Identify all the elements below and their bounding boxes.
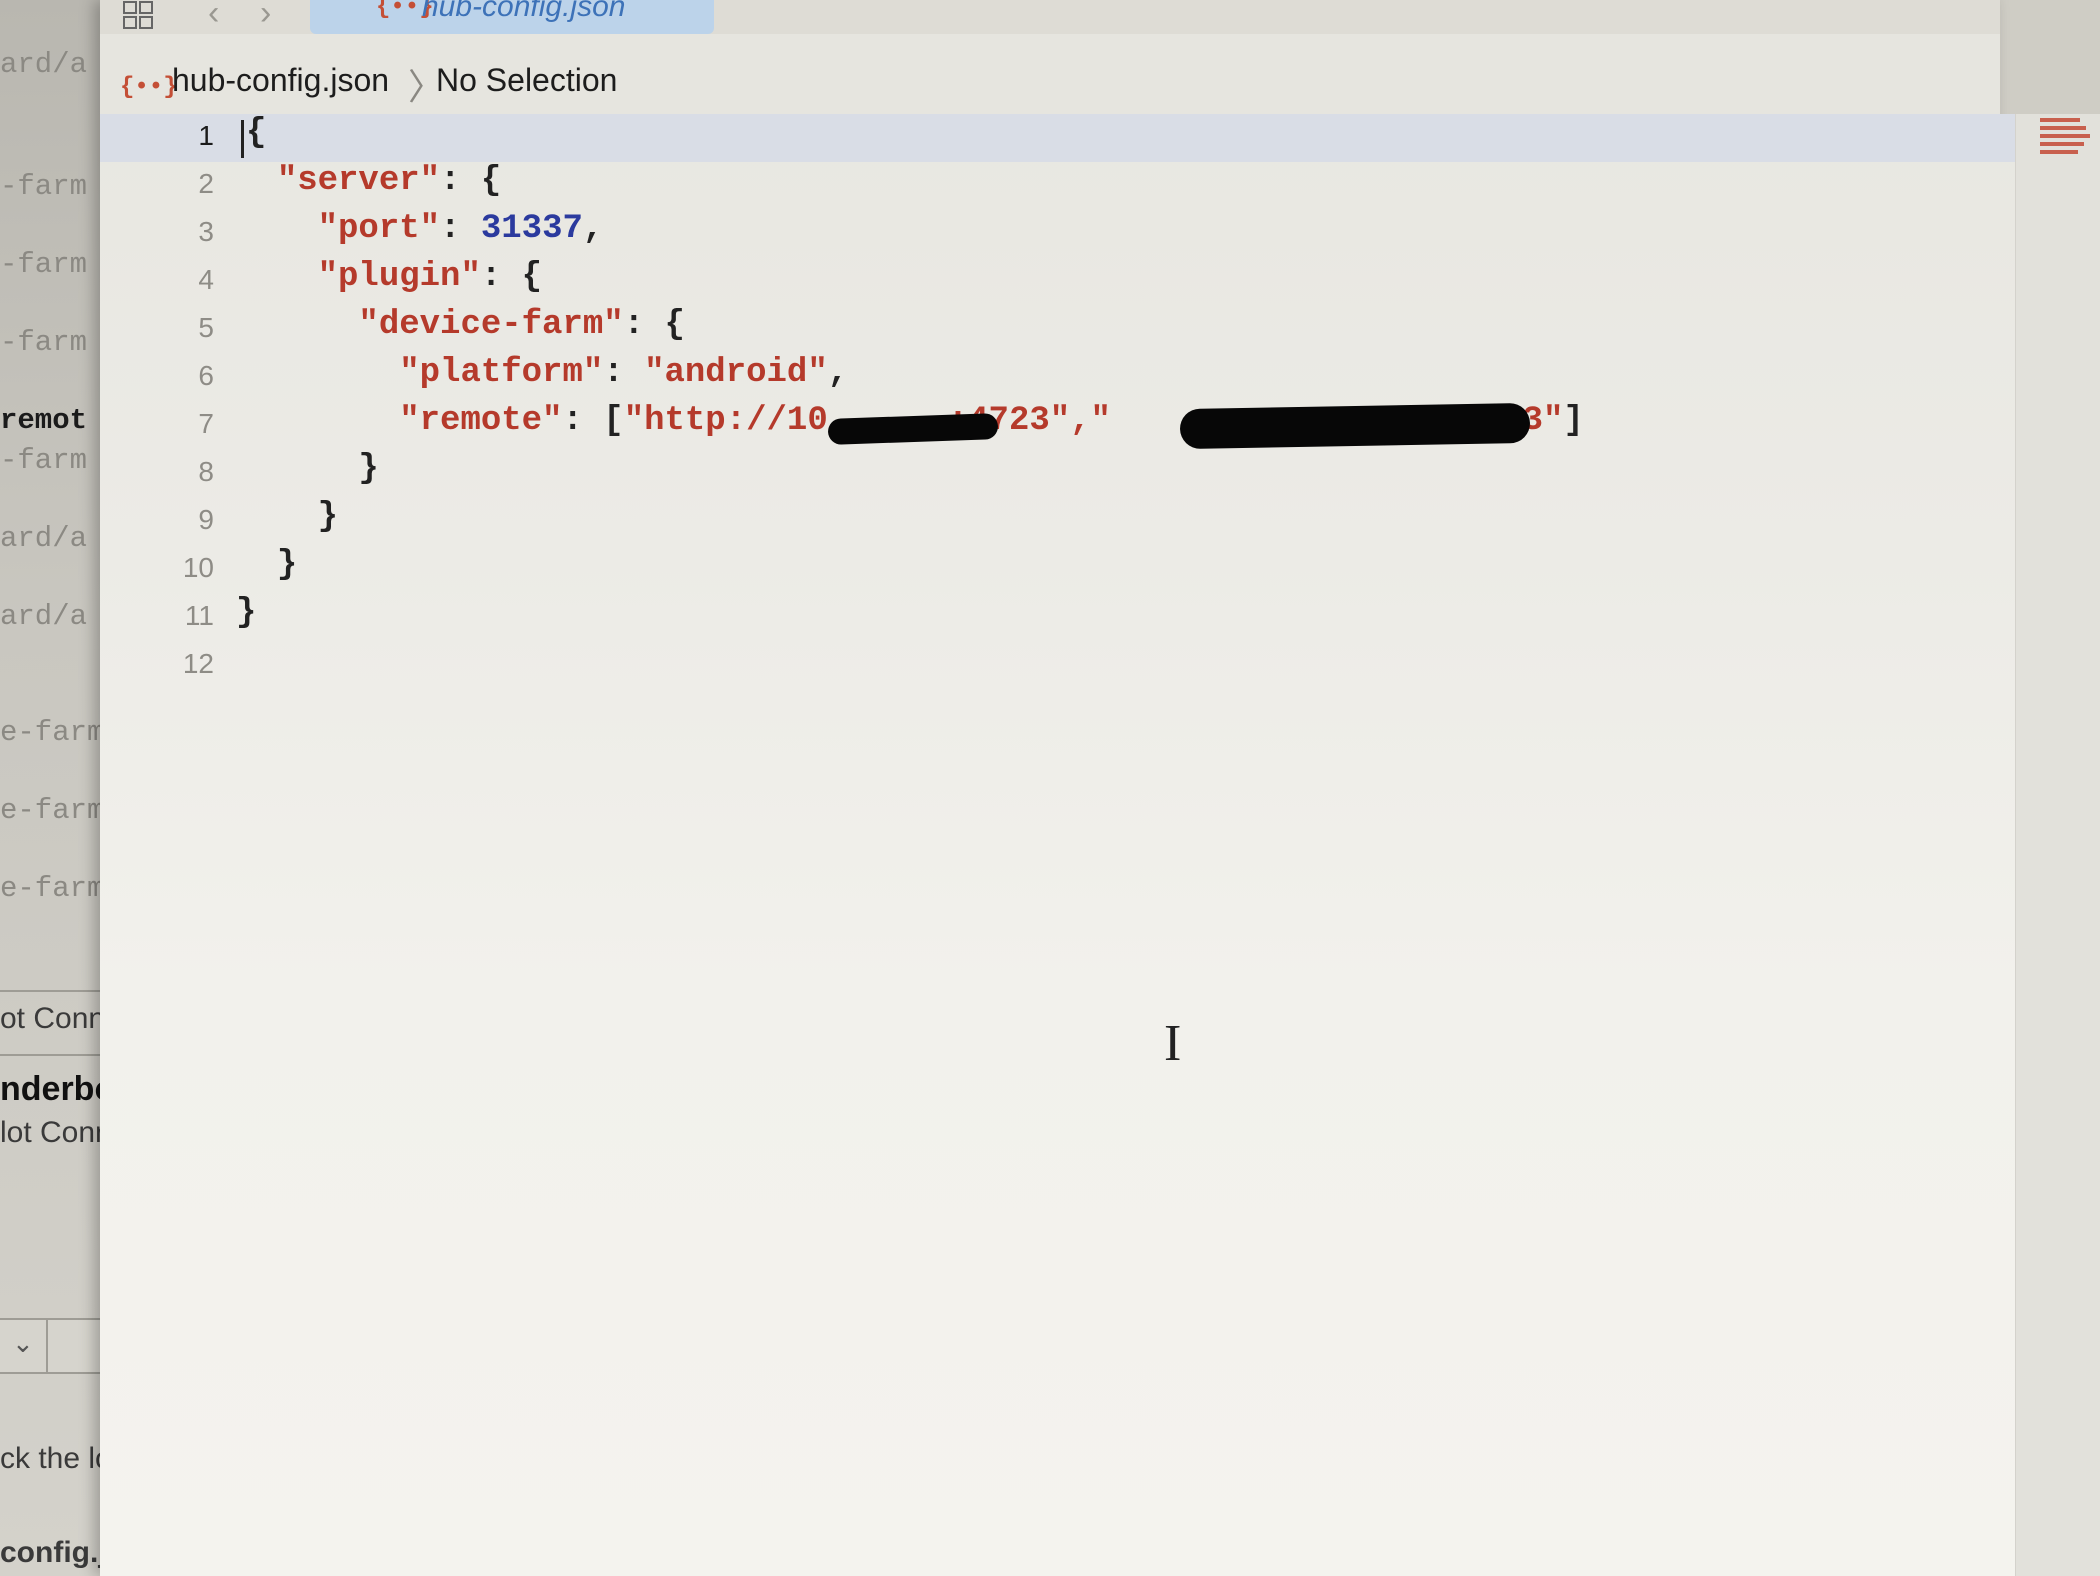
line-number: 6 — [198, 360, 214, 391]
brace: } — [358, 450, 379, 488]
line-number: 9 — [198, 504, 214, 535]
punctuation: ] — [1563, 402, 1584, 440]
terminal-line: -farm — [0, 444, 88, 477]
terminal-line: -farm — [0, 170, 88, 203]
line-number: 4 — [198, 264, 214, 295]
json-file-icon: {••} — [120, 74, 178, 101]
punctuation: : { — [440, 162, 502, 200]
redaction-scribble — [827, 413, 999, 445]
text-caret — [241, 120, 244, 158]
code-line-11: } — [236, 594, 256, 632]
minimap-line — [2040, 118, 2080, 122]
json-number: 31337 — [480, 210, 583, 248]
editor-window: ‹ › {••} hub-config.json {••} hub-config… — [100, 0, 2100, 1576]
json-key: "port" — [317, 210, 441, 248]
brace: { — [246, 114, 267, 152]
minimap-line — [2040, 126, 2086, 130]
breadcrumb-selection[interactable]: No Selection — [436, 62, 617, 99]
brace: } — [276, 546, 298, 584]
line-number: 2 — [198, 168, 214, 199]
breadcrumb-file[interactable]: hub-config.json — [172, 62, 389, 99]
json-key: "server" — [276, 162, 441, 200]
terminal-line: e-farm — [0, 716, 105, 749]
toolbar: ‹ › {••} hub-config.json — [100, 0, 2000, 35]
tab-hub-config[interactable]: {••} hub-config.json — [310, 0, 714, 34]
terminal-line: ard/a — [0, 48, 88, 81]
code-line-3: "port": 31337, — [236, 210, 604, 248]
code-line-10: } — [236, 546, 297, 584]
punctuation: : — [440, 210, 481, 248]
divider — [46, 1320, 48, 1372]
line-number: 3 — [198, 216, 214, 247]
minimap-line — [2040, 150, 2078, 154]
forward-icon[interactable]: › — [260, 0, 271, 33]
code-editor[interactable]: 1 2 3 4 5 6 7 8 9 10 11 12 { "server": {… — [100, 114, 2015, 1576]
line-number: 11 — [184, 600, 214, 631]
line-number: 8 — [198, 456, 214, 487]
line-number: 5 — [198, 312, 214, 343]
terminal-line: remot — [0, 404, 88, 437]
punctuation: : { — [623, 306, 685, 344]
line-number: 10 — [182, 552, 214, 583]
minimap-line — [2040, 142, 2084, 146]
punctuation: : — [603, 354, 645, 392]
code-line-8: } — [236, 450, 379, 488]
grid-icon[interactable] — [122, 0, 156, 30]
code-line-4: "plugin": { — [236, 258, 542, 296]
line-number: 1 — [198, 120, 214, 151]
code-line-2: "server": { — [236, 162, 501, 200]
minimap-line — [2040, 134, 2090, 138]
punctuation: , — [827, 354, 849, 392]
jump-bar: {••} hub-config.json 〉 No Selection — [100, 34, 2000, 115]
punctuation: : { — [480, 258, 543, 296]
tab-label: hub-config.json — [422, 0, 626, 23]
punctuation: : [ — [562, 402, 624, 440]
json-key: "plugin" — [317, 258, 481, 296]
brace: } — [236, 594, 257, 632]
terminal-line: -farm — [0, 248, 88, 281]
terminal-line: ard/a — [0, 522, 88, 555]
terminal-line: -farm — [0, 326, 88, 359]
code-line-6: "platform": "android", — [236, 354, 848, 392]
punctuation: , — [582, 210, 604, 248]
code-line-9: } — [236, 498, 338, 536]
json-string: "android" — [644, 354, 828, 392]
ibeam-cursor-icon: I — [1164, 1015, 1182, 1072]
json-key: "remote" — [399, 402, 563, 440]
terminal-line: e-farm — [0, 794, 105, 827]
brace: } — [317, 498, 339, 536]
current-line-highlight — [100, 114, 2015, 162]
terminal-line: e-farm — [0, 872, 105, 905]
json-string: "http://10 — [623, 402, 828, 440]
terminal-line: ard/a — [0, 600, 88, 633]
redaction-scribble — [1179, 402, 1531, 450]
chevron-down-icon: ⌄ — [12, 1328, 34, 1358]
json-string: ," — [1070, 402, 1111, 440]
line-number: 7 — [198, 408, 214, 439]
code-line-5: "device-farm": { — [236, 306, 685, 344]
line-number: 12 — [182, 648, 214, 679]
minimap[interactable] — [2015, 114, 2100, 1576]
json-key: "device-farm" — [358, 306, 624, 344]
back-icon[interactable]: ‹ — [208, 0, 219, 33]
json-key: "platform" — [399, 354, 604, 392]
code-line-1: { — [246, 114, 266, 152]
